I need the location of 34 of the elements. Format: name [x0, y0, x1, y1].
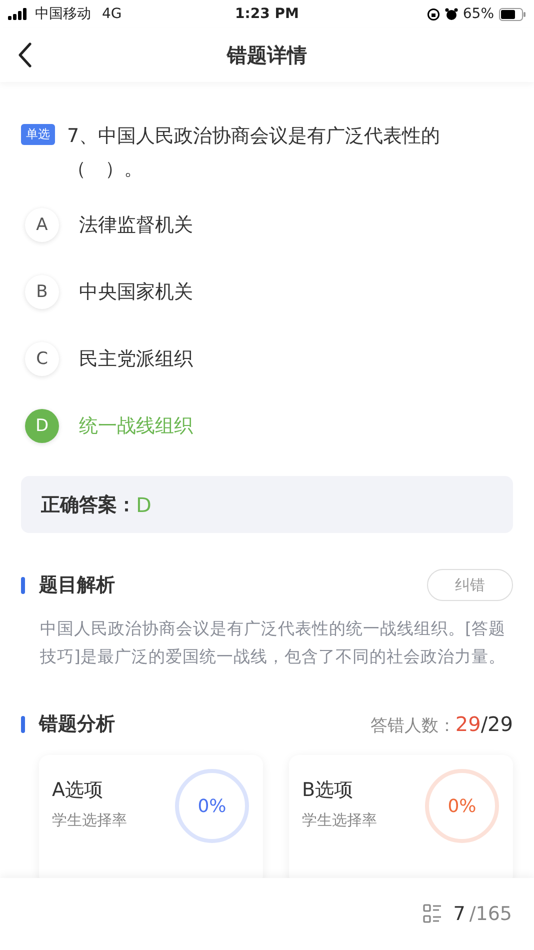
page-title: 错题详情 — [227, 42, 307, 68]
list-icon[interactable] — [423, 904, 444, 924]
percent-ring: 0% — [425, 769, 499, 843]
section-marker — [21, 716, 25, 732]
section-marker — [21, 576, 25, 594]
section-title: 错题分析 — [39, 712, 115, 737]
card-title: A选项 — [52, 778, 104, 803]
option-text[interactable]: 中央国家机关 — [79, 279, 193, 305]
explanation-text: 中国人民政治协商会议是有广泛代表性的统一战线组织。[答题技巧]是最广泛的爱国统一战线，包含了不同的社会政治力量。 — [40, 618, 506, 668]
question-text: 7、中国人民政治协商会议是有广泛代表性的（ ）。 — [67, 124, 442, 182]
question-type-tag: 单选 — [21, 124, 55, 145]
network-type: 4G — [102, 6, 122, 22]
card-subtitle: 学生选择率 — [302, 811, 377, 830]
question-total: /165 — [469, 903, 512, 925]
card-title: B选项 — [302, 778, 354, 803]
option-letter[interactable]: A — [25, 208, 59, 242]
wrong-count: 29 — [455, 712, 481, 736]
answer-label: 正确答案： — [41, 492, 136, 518]
option-text[interactable]: 法律监督机关 — [79, 212, 193, 238]
total-count: /29 — [480, 712, 513, 736]
answer-value: D — [136, 492, 152, 516]
option-letter[interactable]: B — [25, 275, 59, 309]
card-subtitle: 学生选择率 — [52, 811, 127, 830]
wrong-count-label: 答错人数： — [370, 714, 456, 736]
carrier-name: 中国移动 — [35, 5, 91, 23]
battery-icon — [499, 8, 526, 20]
current-question-number: 7 — [453, 903, 466, 925]
rotation-lock-icon — [426, 8, 440, 20]
section-title: 题目解析 — [39, 573, 115, 598]
option-letter[interactable]: C — [25, 342, 59, 376]
clock-time: 1:23 PM — [235, 6, 299, 22]
battery-percent: 65% — [462, 6, 494, 22]
option-text[interactable]: 民主党派组织 — [79, 346, 193, 372]
percent-ring: 0% — [175, 769, 249, 843]
